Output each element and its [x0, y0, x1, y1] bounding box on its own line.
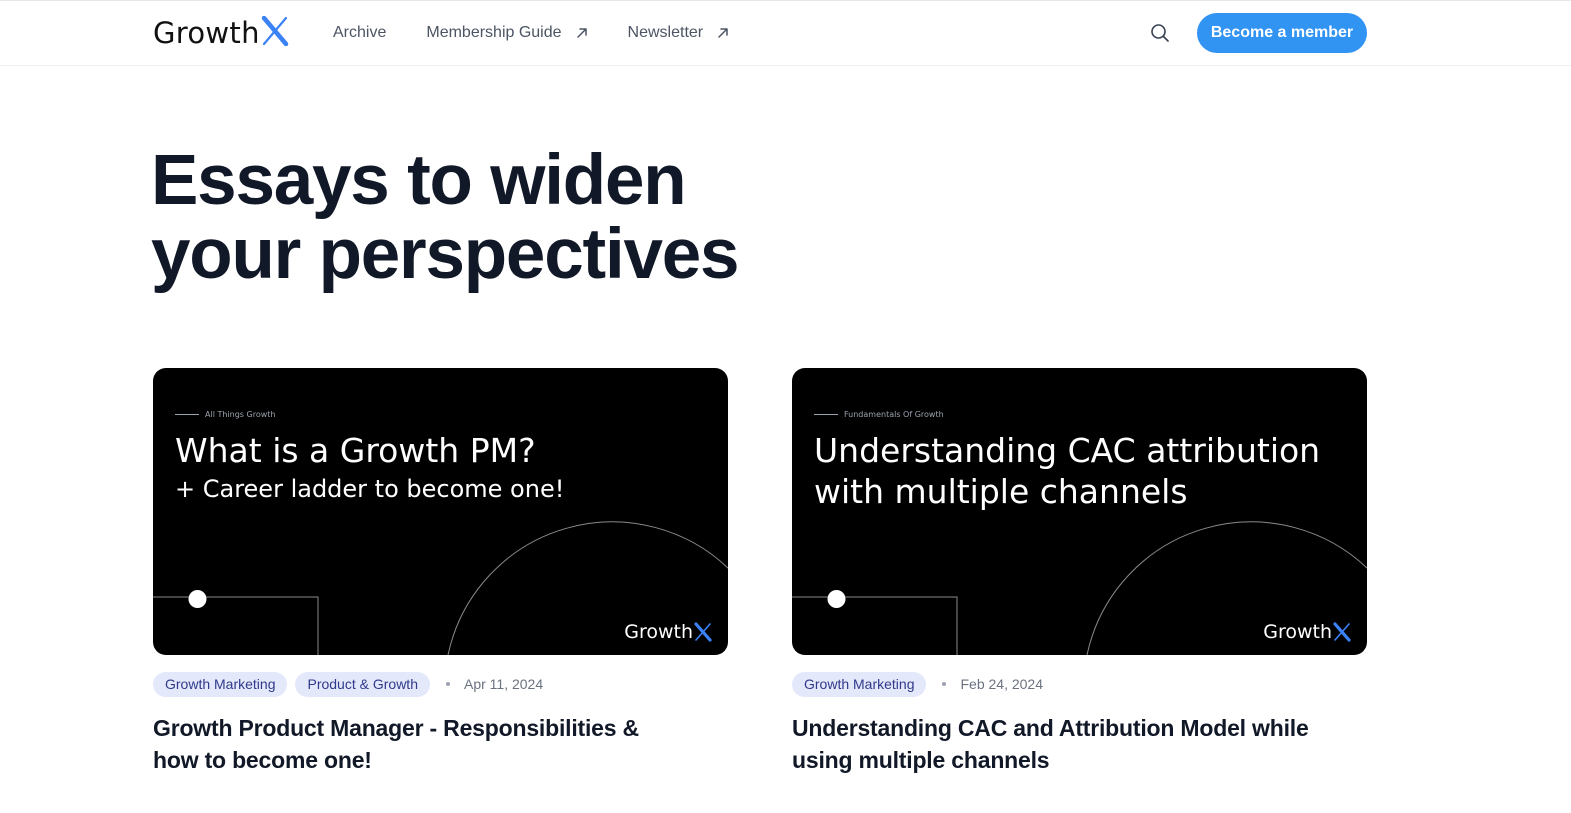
article-title[interactable]: Understanding CAC and Attribution Model …	[792, 712, 1312, 776]
page-title: Essays to widen your perspectives	[151, 144, 851, 292]
article-card[interactable]: Fundamentals Of Growth Understanding CAC…	[792, 368, 1367, 773]
article-title[interactable]: Growth Product Manager - Responsibilitie…	[153, 712, 673, 776]
become-member-button[interactable]: Become a member	[1197, 13, 1367, 53]
separator-dot	[445, 682, 450, 686]
thumbnail-logo: Growth	[1263, 621, 1351, 643]
nav-membership-guide[interactable]: Membership Guide	[426, 24, 587, 42]
external-link-arrow-icon	[576, 27, 588, 39]
nav-newsletter[interactable]: Newsletter	[628, 24, 730, 42]
article-meta: Growth Marketing Feb 24, 2024	[792, 671, 1043, 697]
external-link-arrow-icon	[717, 27, 729, 39]
article-date: Apr 11, 2024	[463, 676, 544, 692]
article-thumbnail[interactable]: All Things Growth What is a Growth PM? +…	[153, 368, 728, 655]
article-card[interactable]: All Things Growth What is a Growth PM? +…	[153, 368, 728, 773]
nav-membership-guide-label: Membership Guide	[426, 24, 562, 41]
search-icon	[1151, 24, 1169, 42]
tag-chip[interactable]: Product & Growth	[295, 671, 430, 697]
article-meta: Growth Marketing Product & Growth Apr 11…	[153, 671, 543, 697]
thumbnail-title: What is a Growth PM?	[175, 431, 536, 470]
thumbnail-logo: Growth	[624, 621, 712, 643]
nav-newsletter-label: Newsletter	[627, 24, 704, 41]
page-title-line-2: your perspectives	[151, 215, 740, 294]
thumbnail-kicker: All Things Growth	[175, 410, 275, 419]
logo-x-icon	[261, 15, 289, 51]
site-header: Growth Archive Membership Guide Newslett…	[0, 1, 1571, 66]
thumbnail-subtitle: + Career ladder to become one!	[175, 475, 565, 503]
search-button[interactable]	[1148, 21, 1172, 45]
main-nav: Archive Membership Guide Newsletter	[333, 1, 769, 65]
tag-chip[interactable]: Growth Marketing	[153, 671, 288, 697]
article-date: Feb 24, 2024	[960, 676, 1043, 692]
logo-wordmark: Growth	[153, 16, 260, 50]
thumbnail-title: Understanding CAC attribution with multi…	[814, 431, 1321, 511]
nav-archive[interactable]: Archive	[333, 24, 386, 42]
logo-x-icon	[1333, 622, 1351, 642]
thumbnail-kicker: Fundamentals Of Growth	[814, 410, 944, 419]
separator-dot	[942, 682, 947, 686]
page-title-line-1: Essays to widen	[151, 141, 687, 220]
article-thumbnail[interactable]: Fundamentals Of Growth Understanding CAC…	[792, 368, 1367, 655]
tag-chip[interactable]: Growth Marketing	[792, 671, 927, 697]
growthx-logo[interactable]: Growth	[153, 15, 289, 51]
nav-archive-label: Archive	[333, 24, 387, 41]
logo-x-icon	[694, 622, 712, 642]
